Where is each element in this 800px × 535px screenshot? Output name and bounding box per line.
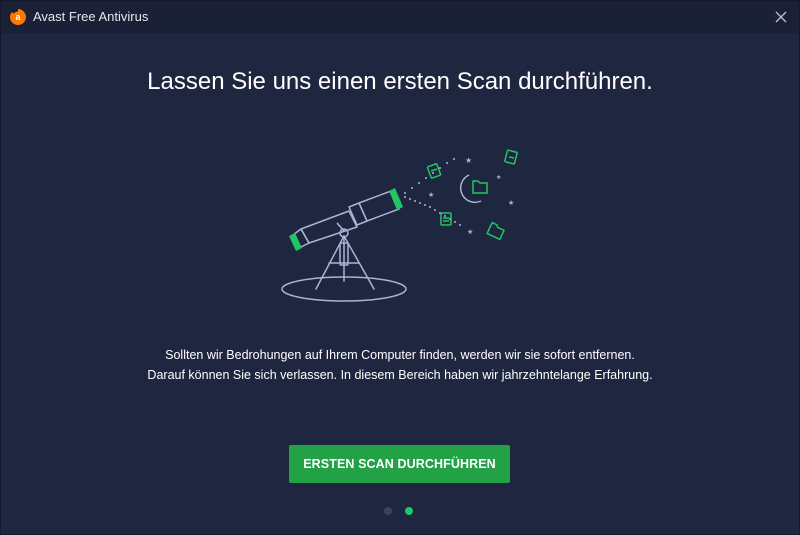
description-line-1: Sollten wir Bedrohungen auf Ihrem Comput… — [165, 348, 635, 362]
eyepiece-cap — [289, 233, 302, 251]
star-icon: ★ — [508, 199, 514, 207]
page-dot-2-active[interactable] — [405, 507, 413, 515]
lens-cap — [389, 188, 403, 210]
description-text: Sollten wir Bedrohungen auf Ihrem Comput… — [1, 345, 799, 385]
title-bar: a Avast Free Antivirus — [1, 1, 799, 33]
star-icon: ★ — [465, 156, 472, 165]
star-icon: ★ — [428, 191, 434, 199]
star-icon: ★ — [467, 228, 473, 236]
page-dot-1[interactable] — [384, 507, 392, 515]
moon-icon — [459, 174, 482, 204]
app-title: Avast Free Antivirus — [33, 9, 149, 24]
folder-icon — [486, 221, 505, 241]
close-button[interactable] — [769, 5, 793, 29]
folder-icon — [472, 180, 488, 194]
description-line-2: Darauf können Sie sich verlassen. In die… — [147, 368, 653, 382]
telescope-illustration: ★ ★ ★ ★ ★ — [281, 149, 518, 302]
document-icon — [504, 149, 518, 165]
floating-files — [426, 149, 518, 241]
close-icon — [775, 11, 787, 23]
document-icon — [426, 163, 442, 179]
app-window: a Avast Free Antivirus Lassen Sie uns ei… — [0, 0, 800, 535]
avast-logo-icon: a — [10, 9, 26, 25]
start-first-scan-button[interactable]: ERSTEN SCAN DURCHFÜHREN — [289, 445, 510, 483]
page-title: Lassen Sie uns einen ersten Scan durchfü… — [147, 68, 653, 95]
star-icon: ★ — [496, 174, 501, 181]
